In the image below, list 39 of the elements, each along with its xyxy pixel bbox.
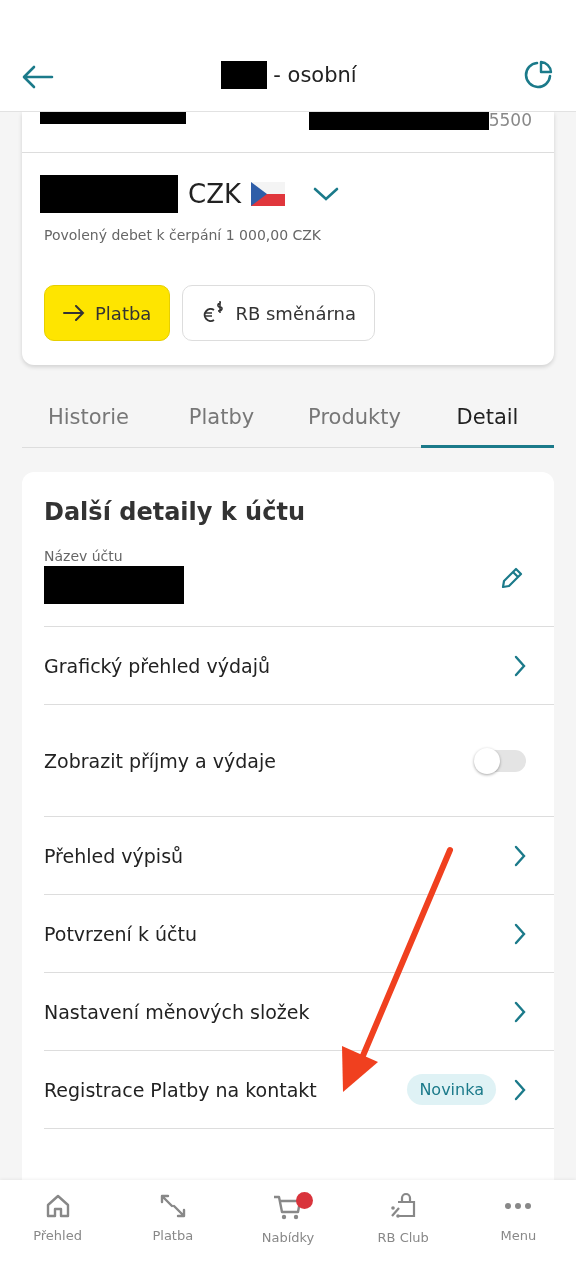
account-number-suffix: 5500 [488, 112, 532, 130]
currency-exchange-icon [201, 301, 226, 325]
chevron-right-icon [514, 844, 526, 867]
payment-button[interactable]: Platba [44, 285, 171, 341]
nav-item[interactable]: Nabídky [230, 1180, 346, 1280]
toggle-switch[interactable] [476, 749, 526, 772]
back-arrow-icon[interactable] [22, 65, 54, 89]
tab[interactable]: Platby [155, 391, 288, 448]
nav-item[interactable]: RB Club [345, 1180, 461, 1280]
nav-item[interactable]: Přehled [0, 1180, 116, 1280]
arrow-right-icon [63, 305, 85, 321]
pencil-icon[interactable] [500, 566, 524, 590]
menu-item-label[interactable]: Nastavení měnových složek [44, 1000, 310, 1023]
chevron-right-icon [514, 654, 526, 677]
overdraft-text: Povolený debet k čerpání 1 000,00 CZK [43, 226, 323, 243]
menu-item-label[interactable]: Přehled výpisů [44, 844, 184, 867]
tab[interactable]: Detail [421, 391, 554, 448]
currency-label: CZK [188, 179, 241, 209]
exchange-button[interactable]: RB směnárna [182, 285, 375, 341]
tab[interactable]: Produkty [288, 391, 421, 448]
toggle-label: Zobrazit příjmy a výdaje [44, 749, 276, 772]
menu-item-label[interactable]: Registrace Platby na kontakt [44, 1078, 317, 1101]
section-title: Další detaily k účtu [44, 497, 306, 528]
chevron-right-icon [514, 922, 526, 945]
nav-item[interactable]: Menu [460, 1180, 576, 1280]
header-title: - osobní [273, 63, 357, 87]
redacted-block [221, 61, 268, 89]
new-badge: Novinka [407, 1074, 496, 1105]
chevron-right-icon [514, 1078, 526, 1101]
pie-chart-icon[interactable] [524, 59, 554, 89]
chevron-right-icon [514, 1000, 526, 1023]
menu-item-label[interactable]: Potvrzení k účtu [44, 922, 197, 945]
more-icon [503, 1203, 534, 1209]
nav-item[interactable]: Platba [115, 1180, 231, 1280]
czech-flag-icon [251, 182, 285, 206]
tab[interactable]: Historie [22, 391, 155, 448]
chevron-down-icon[interactable] [313, 186, 339, 202]
field-label: Název účtu [44, 548, 124, 564]
menu-item-label[interactable]: Grafický přehled výdajů [44, 654, 270, 677]
